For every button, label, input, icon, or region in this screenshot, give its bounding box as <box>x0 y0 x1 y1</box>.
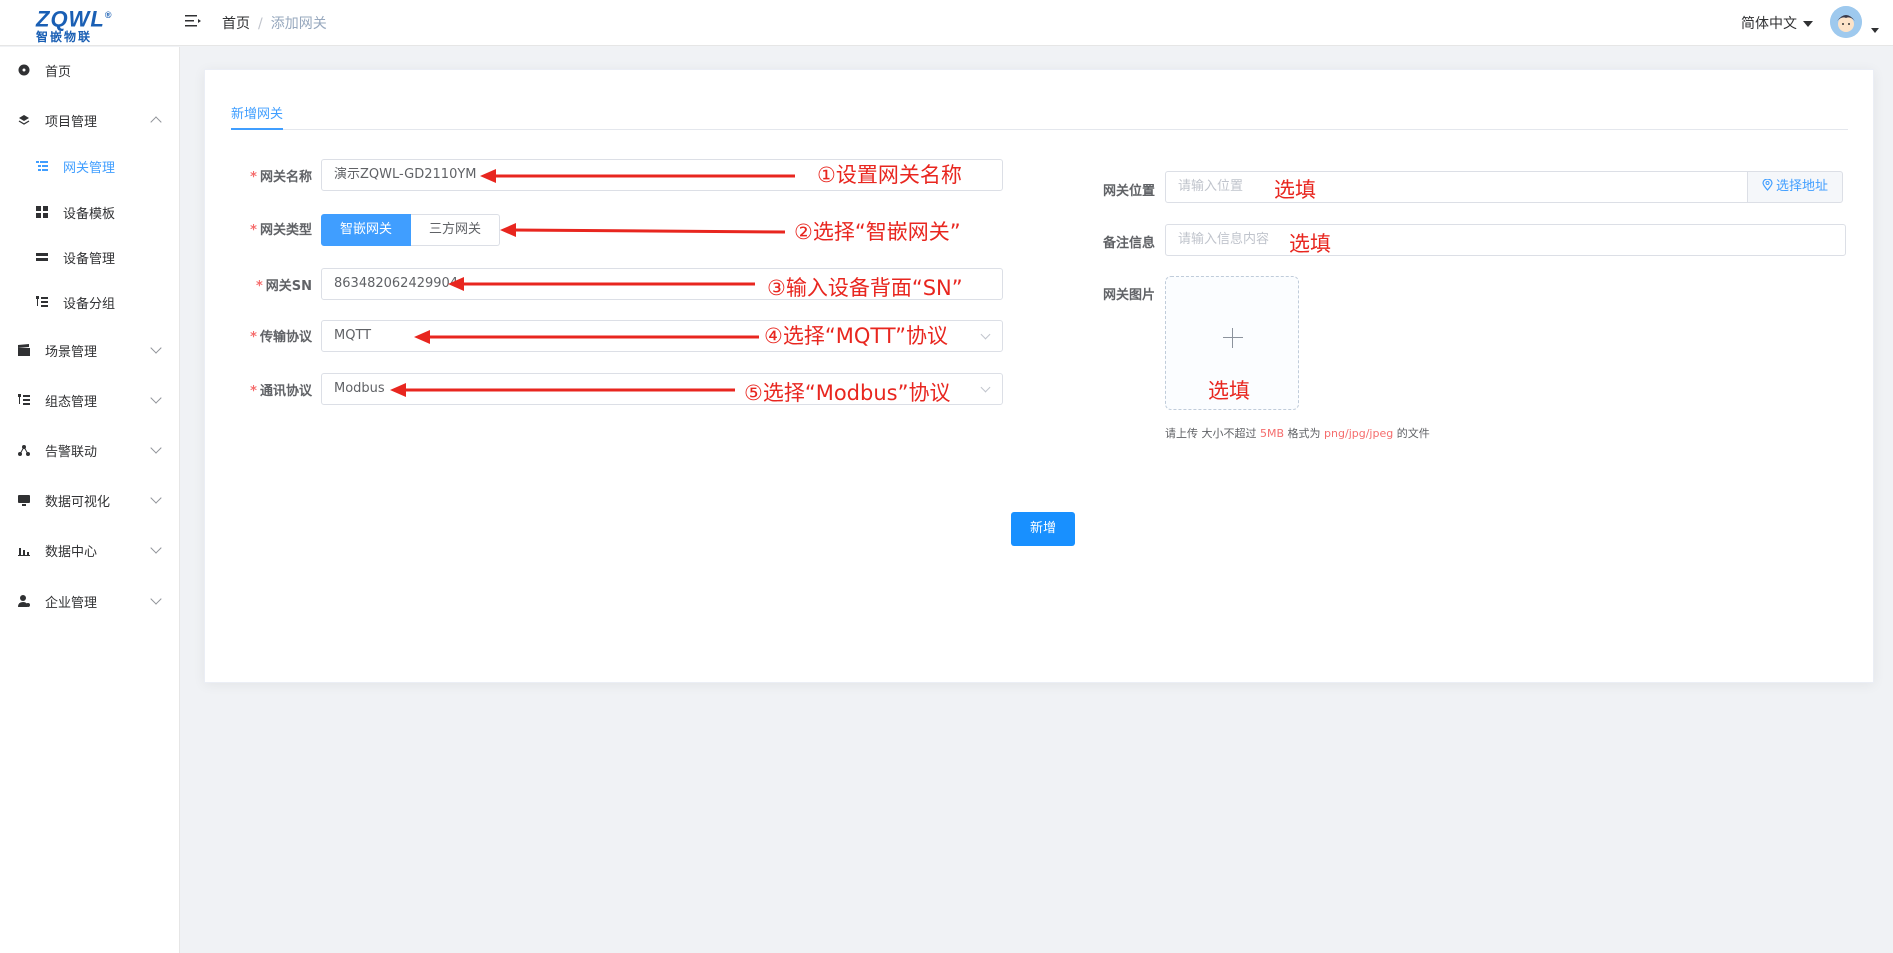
annotation-arrow-1 <box>480 169 795 183</box>
annotation-optional-location: 选填 <box>1274 178 1316 202</box>
tab-bar: 新增网关 <box>231 98 1848 130</box>
grid-icon <box>36 206 48 218</box>
chevron-down-icon <box>150 392 162 404</box>
annotation-optional-remark: 选填 <box>1289 232 1331 256</box>
chevron-up-icon <box>150 115 162 128</box>
annotation-arrow-4 <box>414 330 759 344</box>
sidebar-item-alarm[interactable]: 告警联动 <box>0 427 180 473</box>
location-pin-icon <box>1762 178 1773 191</box>
menu-toggle-icon[interactable] <box>185 13 201 29</box>
comm-protocol-label: * 通讯协议 <box>250 384 312 399</box>
radio-zqwl-gateway[interactable]: 智嵌网关 <box>321 214 412 246</box>
location-label: 网关位置 <box>1102 184 1155 199</box>
avatar[interactable] <box>1830 6 1862 38</box>
gateway-sn-label: * 网关SN <box>255 279 312 294</box>
clapper-icon <box>18 344 30 356</box>
network-icon <box>18 445 30 456</box>
annotation-arrow-5 <box>390 383 735 397</box>
annotation-4: ④选择“MQTT”协议 <box>764 324 949 348</box>
chevron-down-icon <box>150 593 162 605</box>
sidebar-item-project[interactable]: 项目管理 <box>0 97 180 143</box>
tree-icon <box>36 296 48 307</box>
annotation-arrow-3 <box>448 277 755 291</box>
radio-third-party-gateway[interactable]: 三方网关 <box>411 214 501 246</box>
sidebar-item-device-group[interactable]: 设备分组 <box>0 279 180 325</box>
location-input[interactable]: 请输入位置 <box>1165 171 1749 203</box>
breadcrumb-current: 添加网关 <box>270 16 327 32</box>
breadcrumb-home[interactable]: 首页 <box>222 16 250 32</box>
sidebar: 首页 项目管理 网关管理 设备模板 设备管理 设备分组 场景管理 组态管理 告警… <box>0 47 180 953</box>
breadcrumb: 首页 / 添加网关 <box>222 16 327 32</box>
submit-button[interactable]: 新增 <box>1011 512 1075 546</box>
plus-icon <box>1223 337 1243 338</box>
layers-icon <box>18 115 30 125</box>
tab-add-gateway[interactable]: 新增网关 <box>231 98 284 130</box>
remark-label: 备注信息 <box>1102 236 1155 251</box>
image-label: 网关图片 <box>1102 288 1155 303</box>
annotation-5: ⑤选择“Modbus”协议 <box>744 381 951 405</box>
top-header: ZQWL® 智嵌物联 首页 / 添加网关 简体中文 <box>0 0 1893 46</box>
annotation-2: ②选择“智嵌网关” <box>794 220 961 244</box>
sidebar-item-device-template[interactable]: 设备模板 <box>0 189 180 235</box>
chevron-down-icon <box>150 342 162 354</box>
select-address-button[interactable]: 选择地址 <box>1747 171 1844 203</box>
remark-input[interactable]: 请输入信息内容 <box>1165 224 1846 256</box>
sidebar-item-device-management[interactable]: 设备管理 <box>0 234 180 280</box>
language-select[interactable]: 简体中文 <box>1741 13 1813 33</box>
upload-tip: 请上传 大小不超过 5MB 格式为 png/jpg/jpeg 的文件 <box>1165 427 1430 440</box>
bar-chart-icon <box>18 548 30 556</box>
sidebar-item-gateway[interactable]: 网关管理 <box>0 143 180 189</box>
annotation-3: ③输入设备背面“SN” <box>767 276 963 300</box>
gateway-name-label: * 网关名称 <box>250 170 312 185</box>
gateway-type-radio-group: 智嵌网关 三方网关 <box>321 214 501 246</box>
caret-down-icon <box>1803 21 1813 27</box>
chevron-down-icon <box>150 542 162 554</box>
transport-protocol-label: * 传输协议 <box>250 330 312 345</box>
sidebar-item-datacenter[interactable]: 数据中心 <box>0 527 180 573</box>
dashboard-icon <box>18 64 30 76</box>
server-icon <box>36 253 48 261</box>
monitor-icon <box>18 495 30 506</box>
sidebar-item-config[interactable]: 组态管理 <box>0 377 180 423</box>
annotation-optional-image: 选填 <box>1208 379 1250 403</box>
tree-icon <box>18 394 30 405</box>
annotation-1: ①设置网关名称 <box>817 163 962 187</box>
chevron-down-icon <box>150 492 162 504</box>
sidebar-item-scene[interactable]: 场景管理 <box>0 327 180 373</box>
caret-down-icon[interactable] <box>1871 28 1879 33</box>
annotation-arrow-2 <box>500 223 786 237</box>
chevron-down-icon <box>150 442 162 454</box>
gateway-type-label: * 网关类型 <box>250 223 312 238</box>
logo: ZQWL® 智嵌物联 <box>36 6 113 45</box>
sidebar-item-visual[interactable]: 数据可视化 <box>0 477 180 523</box>
sidebar-item-enterprise[interactable]: 企业管理 <box>0 578 180 624</box>
sidebar-item-home[interactable]: 首页 <box>0 47 180 93</box>
user-gear-icon <box>18 595 30 607</box>
list-icon <box>36 161 48 171</box>
